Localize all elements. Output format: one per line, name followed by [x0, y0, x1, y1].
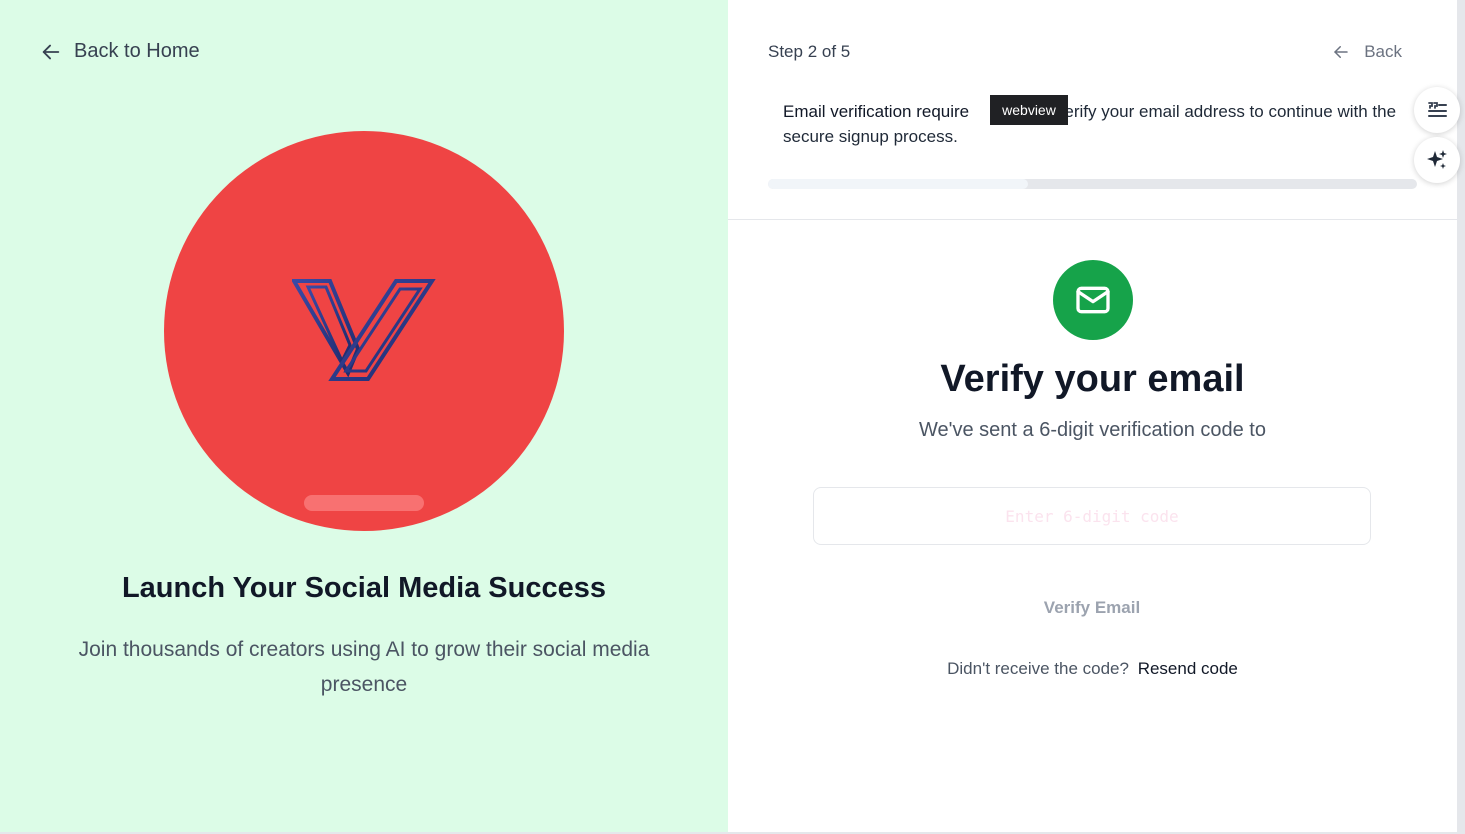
step-header: Step 2 of 5 Back Email verification requ…: [728, 0, 1457, 220]
resend-code-link[interactable]: Resend code: [1138, 659, 1238, 678]
page-title: Verify your email: [940, 358, 1245, 400]
back-button[interactable]: Back: [1332, 42, 1402, 62]
page-subtitle: We've sent a 6-digit verification code t…: [919, 419, 1266, 441]
verify-email-button[interactable]: Verify Email: [813, 588, 1371, 628]
resend-row: Didn't receive the code? Resend code: [728, 659, 1457, 679]
hero-subtitle: Join thousands of creators using AI to g…: [78, 638, 650, 696]
promo-panel: Back to Home Launch Your Social Media Su…: [0, 0, 728, 832]
verification-panel: Step 2 of 5 Back Email verification requ…: [728, 0, 1457, 832]
quote-list-button[interactable]: [1414, 87, 1460, 133]
progress-bar: [768, 179, 1417, 189]
mail-badge: [1053, 260, 1133, 340]
webview-tooltip: webview: [990, 95, 1068, 125]
sparkle-icon: [1427, 150, 1447, 169]
signup-page: Back to Home Launch Your Social Media Su…: [0, 0, 1465, 834]
back-to-home-label: Back to Home: [74, 40, 200, 62]
verification-notice: Email verification require verify your e…: [783, 99, 1403, 149]
arrow-left-icon: [42, 44, 60, 59]
hero-title: Launch Your Social Media Success: [121, 572, 607, 604]
arrow-left-icon: [1334, 46, 1348, 58]
ai-assist-button[interactable]: [1414, 137, 1460, 183]
resend-prompt: Didn't receive the code?: [947, 659, 1129, 678]
hero-decor-bar: [304, 495, 424, 511]
verification-code-input[interactable]: [813, 487, 1371, 545]
quote-list-icon: [1428, 102, 1447, 117]
window-edge: [1457, 0, 1465, 834]
notice-lead: Email verification require: [783, 102, 970, 121]
progress-fill: [768, 179, 1028, 189]
back-to-home-link[interactable]: Back to Home: [40, 40, 200, 63]
step-indicator: Step 2 of 5: [768, 42, 851, 61]
mail-icon: [1076, 286, 1110, 314]
brand-logo-icon: [292, 279, 436, 381]
hero-illustration: [164, 131, 564, 531]
back-button-label: Back: [1364, 42, 1402, 61]
